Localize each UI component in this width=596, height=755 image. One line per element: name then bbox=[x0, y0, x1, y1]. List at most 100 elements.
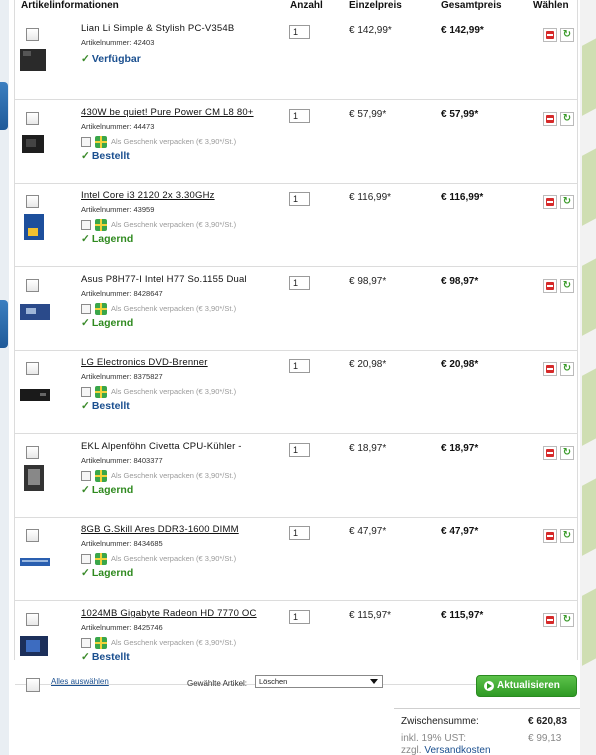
product-thumbnail[interactable] bbox=[20, 381, 50, 407]
gift-wrap-option: Als Geschenk verpacken (€ 3,90*/St.) bbox=[81, 303, 281, 316]
cart-item-row: Intel Core i3 2120 2x 3.30GHz Artikelnumm… bbox=[15, 183, 577, 267]
gift-icon bbox=[95, 637, 107, 649]
total-price: € 57,99* bbox=[441, 109, 479, 120]
delete-item-button[interactable] bbox=[543, 279, 557, 293]
gift-wrap-checkbox[interactable] bbox=[81, 220, 91, 230]
total-price: € 98,97* bbox=[441, 276, 479, 287]
article-number: Artikelnummer: 43959 bbox=[81, 205, 155, 214]
product-name-link[interactable]: 430W be quiet! Pure Power CM L8 80+ bbox=[81, 107, 254, 118]
unit-price: € 47,97* bbox=[349, 526, 387, 537]
product-thumbnail[interactable] bbox=[20, 131, 50, 157]
product-thumbnail[interactable] bbox=[20, 632, 50, 658]
left-side-tab[interactable] bbox=[0, 300, 8, 348]
checkmark-icon: ✓ bbox=[81, 150, 90, 162]
product-thumbnail[interactable] bbox=[20, 465, 50, 491]
product-name-link[interactable]: 1024MB Gigabyte Radeon HD 7770 OC bbox=[81, 608, 257, 619]
unit-price: € 142,99* bbox=[349, 25, 392, 36]
refresh-item-button[interactable]: ↻ bbox=[560, 112, 574, 126]
quantity-input[interactable]: 1 bbox=[289, 526, 310, 540]
refresh-item-button[interactable]: ↻ bbox=[560, 613, 574, 627]
cart-item-row: Asus P8H77-I Intel H77 So.1155 Dual Artik… bbox=[15, 267, 577, 351]
cart-item-row: Lian Li Simple & Stylish PC-V354B Artikel… bbox=[15, 16, 577, 100]
total-price: € 115,97* bbox=[441, 610, 484, 621]
bulk-action-select[interactable]: Löschen bbox=[255, 675, 383, 688]
refresh-item-button[interactable]: ↻ bbox=[560, 279, 574, 293]
gift-wrap-checkbox[interactable] bbox=[81, 304, 91, 314]
delete-item-button[interactable] bbox=[543, 613, 557, 627]
quantity-input[interactable]: 1 bbox=[289, 359, 310, 373]
delete-item-button[interactable] bbox=[543, 28, 557, 42]
delete-item-button[interactable] bbox=[543, 195, 557, 209]
item-select-checkbox[interactable] bbox=[26, 529, 39, 542]
gift-wrap-checkbox[interactable] bbox=[81, 471, 91, 481]
article-number: Artikelnummer: 8425746 bbox=[81, 623, 163, 632]
gift-wrap-option: Als Geschenk verpacken (€ 3,90*/St.) bbox=[81, 386, 281, 399]
quantity-input[interactable]: 1 bbox=[289, 276, 310, 290]
left-side-tab[interactable] bbox=[0, 82, 8, 130]
item-select-checkbox[interactable] bbox=[26, 279, 39, 292]
select-all-link[interactable]: Alles auswählen bbox=[51, 677, 109, 686]
total-price: € 116,99* bbox=[441, 192, 484, 203]
article-number: Artikelnummer: 8403377 bbox=[81, 456, 163, 465]
gift-icon bbox=[95, 219, 107, 231]
quantity-input[interactable]: 1 bbox=[289, 25, 310, 39]
gift-wrap-checkbox[interactable] bbox=[81, 137, 91, 147]
cart-item-row: LG Electronics DVD-Brenner Artikelnummer:… bbox=[15, 350, 577, 434]
select-all-checkbox[interactable] bbox=[26, 678, 40, 692]
gift-wrap-label: Als Geschenk verpacken (€ 3,90*/St.) bbox=[111, 137, 237, 146]
product-name-link[interactable]: 8GB G.Skill Ares DDR3-1600 DIMM bbox=[81, 524, 239, 535]
quantity-input[interactable]: 1 bbox=[289, 443, 310, 457]
selected-items-label: Gewählte Artikel: bbox=[187, 679, 248, 688]
item-select-checkbox[interactable] bbox=[26, 613, 39, 626]
gift-wrap-checkbox[interactable] bbox=[81, 554, 91, 564]
quantity-input[interactable]: 1 bbox=[289, 610, 310, 624]
cart-item-row: 1024MB Gigabyte Radeon HD 7770 OC Artikel… bbox=[15, 601, 577, 685]
availability-status: ✓ Lagernd bbox=[81, 317, 133, 329]
shipping-note: zzgl. Versandkosten bbox=[401, 745, 491, 755]
item-select-checkbox[interactable] bbox=[26, 28, 39, 41]
gift-wrap-label: Als Geschenk verpacken (€ 3,90*/St.) bbox=[111, 638, 237, 647]
unit-price: € 98,97* bbox=[349, 276, 387, 287]
product-thumbnail[interactable] bbox=[20, 47, 50, 73]
refresh-item-button[interactable]: ↻ bbox=[560, 362, 574, 376]
vat-value: € 99,13 bbox=[528, 733, 562, 744]
delete-item-button[interactable] bbox=[543, 362, 557, 376]
delete-item-button[interactable] bbox=[543, 112, 557, 126]
unit-price: € 18,97* bbox=[349, 443, 387, 454]
article-number: Artikelnummer: 8375827 bbox=[81, 372, 163, 381]
availability-label: Lagernd bbox=[91, 567, 134, 579]
gift-wrap-checkbox[interactable] bbox=[81, 387, 91, 397]
delete-item-button[interactable] bbox=[543, 446, 557, 460]
item-select-checkbox[interactable] bbox=[26, 446, 39, 459]
availability-label: Bestellt bbox=[91, 400, 130, 412]
total-price: € 142,99* bbox=[441, 25, 484, 36]
delete-item-button[interactable] bbox=[543, 529, 557, 543]
shipping-costs-link[interactable]: Versandkosten bbox=[424, 745, 490, 755]
availability-status: ✓ Lagernd bbox=[81, 567, 133, 579]
product-name-link[interactable]: Asus P8H77-I Intel H77 So.1155 Dual bbox=[81, 274, 247, 285]
column-header-quantity: Anzahl bbox=[290, 0, 323, 11]
refresh-item-button[interactable]: ↻ bbox=[560, 28, 574, 42]
product-thumbnail[interactable] bbox=[20, 298, 50, 324]
quantity-input[interactable]: 1 bbox=[289, 109, 310, 123]
availability-status: ✓ Verfügbar bbox=[81, 53, 141, 65]
availability-label: Lagernd bbox=[91, 233, 134, 245]
quantity-input[interactable]: 1 bbox=[289, 192, 310, 206]
product-name-link[interactable]: Lian Li Simple & Stylish PC-V354B bbox=[81, 23, 234, 34]
gift-wrap-checkbox[interactable] bbox=[81, 638, 91, 648]
product-thumbnail[interactable] bbox=[20, 548, 50, 574]
item-select-checkbox[interactable] bbox=[26, 195, 39, 208]
product-name-link[interactable]: Intel Core i3 2120 2x 3.30GHz bbox=[81, 190, 215, 201]
gift-icon bbox=[95, 386, 107, 398]
unit-price: € 20,98* bbox=[349, 359, 387, 370]
article-number: Artikelnummer: 8428647 bbox=[81, 289, 163, 298]
product-thumbnail[interactable] bbox=[20, 214, 50, 240]
refresh-item-button[interactable]: ↻ bbox=[560, 446, 574, 460]
update-cart-button[interactable]: Aktualisieren bbox=[476, 675, 577, 697]
product-name-link[interactable]: EKL Alpenföhn Civetta CPU-Kühler - bbox=[81, 441, 242, 452]
product-name-link[interactable]: LG Electronics DVD-Brenner bbox=[81, 357, 208, 368]
item-select-checkbox[interactable] bbox=[26, 112, 39, 125]
refresh-item-button[interactable]: ↻ bbox=[560, 195, 574, 209]
refresh-item-button[interactable]: ↻ bbox=[560, 529, 574, 543]
item-select-checkbox[interactable] bbox=[26, 362, 39, 375]
